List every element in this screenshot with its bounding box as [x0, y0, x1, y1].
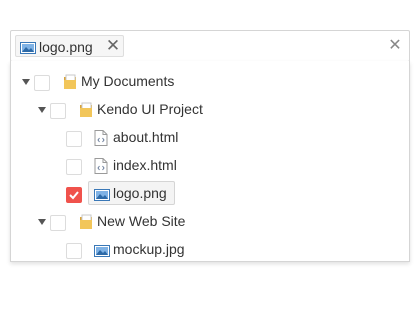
- tree-node-mockup-jpg[interactable]: mockup.jpg: [11, 240, 409, 262]
- expand-triangle-icon[interactable]: [21, 77, 31, 87]
- html-file-icon: [94, 158, 108, 177]
- node-label: New Web Site: [97, 213, 186, 229]
- node-label: index.html: [113, 157, 177, 173]
- tree-popup: My Documents Kendo UI Project about.html…: [10, 61, 410, 262]
- tree-node-index-html[interactable]: index.html: [11, 156, 409, 178]
- node-label: logo.png: [113, 185, 167, 201]
- selected-tag[interactable]: logo.png ✕: [15, 35, 124, 57]
- tree-node-new-web-site[interactable]: New Web Site: [11, 212, 409, 234]
- tree-node-kendo-ui-project[interactable]: Kendo UI Project: [11, 100, 409, 122]
- folder-icon: [62, 74, 78, 93]
- node-label: about.html: [113, 129, 179, 145]
- expand-triangle-icon[interactable]: [37, 105, 47, 115]
- tag-label: logo.png: [39, 39, 93, 55]
- folder-icon: [78, 214, 94, 233]
- tree-node-logo-png[interactable]: logo.png: [11, 181, 409, 206]
- node-label: mockup.jpg: [113, 241, 185, 257]
- dropdown-input[interactable]: logo.png ✕ ✕: [10, 30, 410, 62]
- image-file-icon: [94, 244, 110, 260]
- html-file-icon: [94, 130, 108, 149]
- image-file-icon: [94, 188, 110, 204]
- node-label: My Documents: [81, 73, 175, 89]
- node-checkbox-checked[interactable]: [66, 187, 82, 203]
- node-checkbox[interactable]: [34, 75, 50, 91]
- clear-all-icon[interactable]: ✕: [387, 37, 403, 55]
- tree-node-about-html[interactable]: about.html: [11, 128, 409, 150]
- node-checkbox[interactable]: [50, 215, 66, 231]
- node-checkbox[interactable]: [66, 131, 82, 147]
- folder-icon: [78, 102, 94, 121]
- remove-tag-icon[interactable]: ✕: [105, 37, 121, 55]
- node-checkbox[interactable]: [50, 103, 66, 119]
- node-checkbox[interactable]: [66, 159, 82, 175]
- expand-triangle-icon[interactable]: [37, 217, 47, 227]
- image-file-icon: [20, 41, 36, 57]
- node-checkbox[interactable]: [66, 243, 82, 259]
- node-label: Kendo UI Project: [97, 101, 203, 117]
- tree-node-my-documents[interactable]: My Documents: [11, 72, 409, 94]
